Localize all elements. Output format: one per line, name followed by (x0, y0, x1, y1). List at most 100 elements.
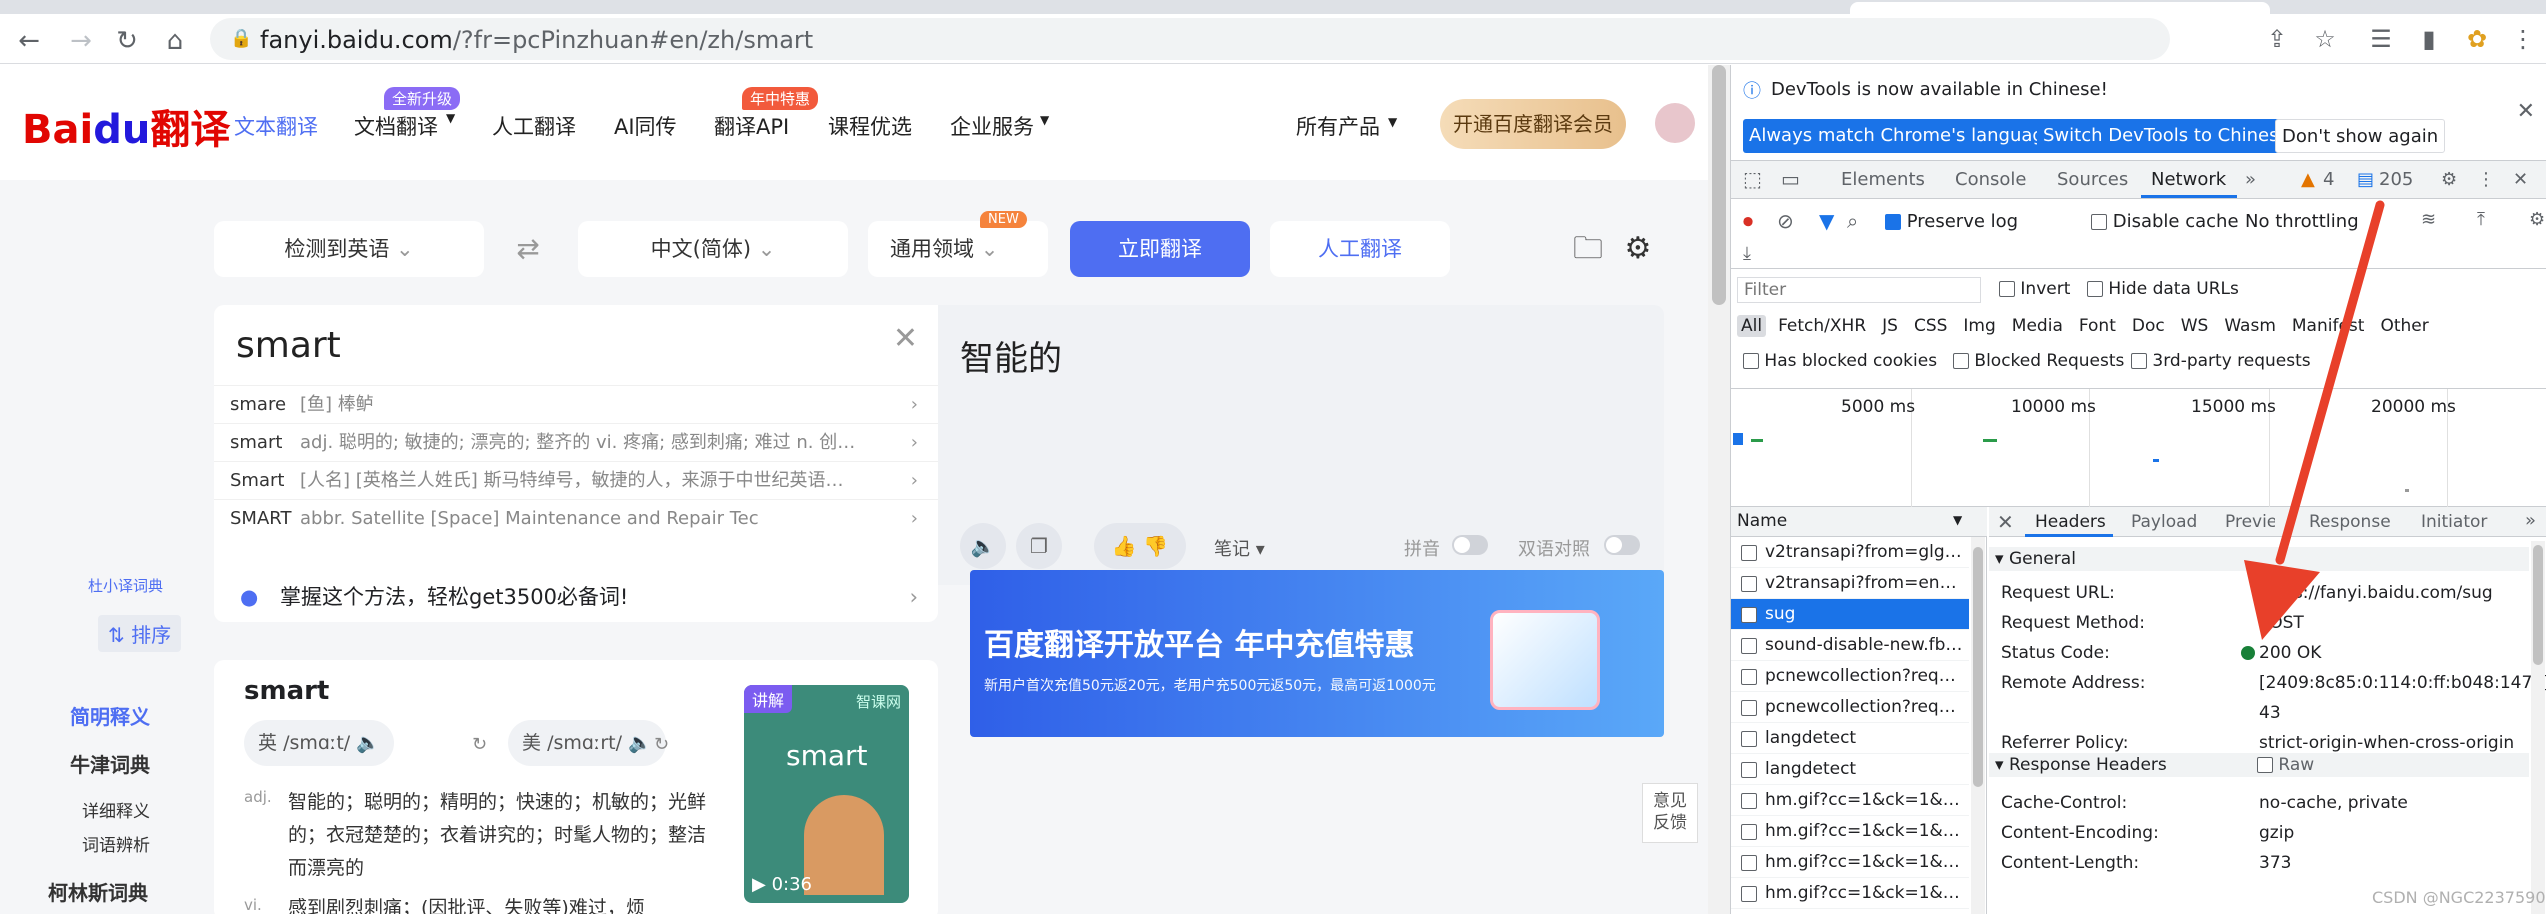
reading-list-icon[interactable]: ☰ (2366, 24, 2396, 54)
filter-icon[interactable]: ▼ (1819, 209, 1834, 233)
network-conditions-icon[interactable]: ≋ (2421, 209, 2436, 230)
source-language-select[interactable]: 检测到英语 ⌄ (214, 221, 484, 277)
network-timeline-overview[interactable]: 5000 ms 10000 ms 15000 ms 20000 ms (1731, 389, 2546, 507)
checkbox[interactable] (1999, 281, 2015, 297)
general-section-header[interactable]: ▾ General (1989, 547, 2529, 571)
notes-menu[interactable]: 笔记 ▾ (1214, 535, 1265, 561)
request-list-scrollbar[interactable] (1971, 537, 1985, 914)
request-checkbox[interactable] (1741, 607, 1757, 623)
reload-icon[interactable]: ↻ (112, 26, 142, 56)
request-checkbox[interactable] (1741, 855, 1757, 871)
clear-icon[interactable]: ⊘ (1777, 209, 1794, 233)
nav-ai-interpret[interactable]: AI同传 (614, 111, 677, 141)
more-tabs-icon[interactable]: » (2525, 510, 2536, 531)
tab-headers[interactable]: Headers (2035, 512, 2106, 532)
blocked-requests-checkbox[interactable]: Blocked Requests (1953, 351, 2124, 371)
back-icon[interactable]: ← (14, 26, 44, 56)
request-checkbox[interactable] (1741, 793, 1757, 809)
speaker-icon[interactable]: 🔈 (960, 523, 1006, 569)
tab-response[interactable]: Response (2309, 512, 2391, 532)
type-filter-doc[interactable]: Doc (2128, 315, 2169, 337)
record-icon[interactable]: ⏺ (1743, 209, 1753, 233)
nav-enterprise[interactable]: 企业服务 (950, 111, 1034, 141)
feedback-button[interactable]: 意见 反馈 (1642, 783, 1698, 843)
request-row[interactable]: pcnewcollection?req=c… (1731, 692, 1969, 723)
settings-gear-icon[interactable]: ⚙ (2441, 169, 2457, 190)
us-pronunciation[interactable]: 美 /smɑːrt/ 🔈 (508, 720, 666, 766)
request-checkbox[interactable] (1741, 576, 1757, 592)
disable-cache-checkbox[interactable]: Disable cache (2091, 211, 2239, 232)
forward-icon[interactable]: → (66, 26, 96, 56)
request-checkbox[interactable] (1741, 669, 1757, 685)
settings-gear-icon[interactable]: ⚙ (2529, 209, 2545, 230)
close-devtools-icon[interactable]: ✕ (2513, 169, 2528, 190)
device-toolbar-icon[interactable]: ▭ (1781, 167, 1800, 191)
vip-button[interactable]: 开通百度翻译会员 (1440, 99, 1626, 149)
menu-dots-icon[interactable]: ⋮ (2477, 169, 2495, 190)
request-row[interactable]: sug (1731, 599, 1969, 630)
active-tab[interactable] (1850, 2, 2270, 14)
request-checkbox[interactable] (1741, 824, 1757, 840)
video-lesson-card[interactable]: 讲解 智课网 smart ▶ 0:36 (744, 685, 909, 903)
download-icon[interactable]: ⤓ (1743, 243, 1751, 264)
request-row[interactable]: langdetect (1731, 723, 1969, 754)
type-filter-manifest[interactable]: Manifest (2288, 315, 2369, 337)
request-list-header[interactable]: Name ▼ (1731, 507, 1987, 537)
nav-translate-api[interactable]: 翻译API (714, 111, 789, 141)
request-checkbox[interactable] (1741, 545, 1757, 561)
request-row[interactable]: hm.gif?cc=1&ck=1&cl=… (1731, 785, 1969, 816)
type-filter-media[interactable]: Media (2008, 315, 2067, 337)
type-filter-wasm[interactable]: Wasm (2220, 315, 2280, 337)
nav-doc-translate[interactable]: 文档翻译 (354, 111, 438, 141)
rail-item-collins[interactable]: 柯林斯词典 (48, 877, 148, 906)
suggestion-item[interactable]: smart adj. 聪明的; 敏捷的; 漂亮的; 整齐的 vi. 疼痛; 感到刺… (214, 423, 938, 461)
upload-icon[interactable]: ⤒ (2477, 209, 2485, 230)
close-icon[interactable]: ✕ (1997, 510, 2014, 534)
type-filter-other[interactable]: Other (2376, 315, 2432, 337)
promo-banner[interactable]: 百度翻译开放平台 年中充值特惠 新用户首次充值50元返20元，老用户充500元返… (970, 570, 1664, 737)
bookmark-star-icon[interactable]: ☆ (2310, 24, 2340, 54)
menu-dots-icon[interactable]: ⋮ (2508, 24, 2538, 54)
hide-data-urls-checkbox[interactable]: Hide data URLs (2087, 279, 2239, 299)
request-row[interactable]: pcnewcollection?req=c… (1731, 661, 1969, 692)
rail-item-detail[interactable]: 详细释义 (82, 797, 150, 822)
inspect-element-icon[interactable]: ⬚ (1743, 167, 1762, 191)
sort-button[interactable]: ⇅ 排序 (98, 615, 182, 652)
warning-icon[interactable]: ▲ (2301, 169, 2315, 190)
request-row[interactable]: langdetect (1731, 754, 1969, 785)
response-headers-section-header[interactable]: ▾ Response Headers Raw (1989, 753, 2529, 777)
more-tabs-icon[interactable]: » (2245, 169, 2256, 190)
pinyin-toggle[interactable] (1452, 535, 1488, 555)
tab-initiator[interactable]: Initiator (2421, 512, 2487, 532)
preserve-log-checkbox[interactable]: Preserve log (1885, 211, 2018, 232)
loop-icon[interactable]: ↻ (472, 734, 487, 755)
tab-preview[interactable]: Preview (2225, 512, 2275, 532)
all-products-menu[interactable]: 所有产品 (1296, 111, 1380, 141)
raw-checkbox[interactable]: Raw (2257, 755, 2314, 775)
checkbox[interactable] (2091, 214, 2107, 230)
tab-elements[interactable]: Elements (1841, 169, 1925, 190)
suggestion-item[interactable]: smare [鱼] 棒鲈 › (214, 385, 938, 423)
request-row[interactable]: hm.gif?cc=1&ck=1&cl=… (1731, 816, 1969, 847)
side-panel-icon[interactable]: ▮ (2414, 24, 2444, 54)
extension-icon[interactable]: ✿ (2462, 24, 2492, 54)
uk-pronunciation[interactable]: 英 /smɑːt/ 🔈 (244, 720, 394, 766)
request-checkbox[interactable] (1741, 886, 1757, 902)
switch-chinese-button[interactable]: Switch DevTools to Chinese (2037, 119, 2296, 153)
checkbox[interactable] (2087, 281, 2103, 297)
request-row[interactable]: hm.gif?cc=1&ck=1&cl=… (1731, 878, 1969, 909)
clear-input-icon[interactable]: ✕ (893, 321, 918, 356)
blocked-cookies-checkbox[interactable]: Has blocked cookies (1743, 351, 1937, 371)
translate-button[interactable]: 立即翻译 (1070, 221, 1250, 277)
third-party-checkbox[interactable]: 3rd-party requests (2131, 351, 2311, 371)
human-translate-button[interactable]: 人工翻译 (1270, 221, 1450, 277)
target-language-select[interactable]: 中文(简体) ⌄ (578, 221, 848, 277)
type-filter-font[interactable]: Font (2075, 315, 2120, 337)
small-dict-label[interactable]: 杜小译词典 (88, 575, 163, 596)
details-scrollbar-thumb[interactable] (2533, 545, 2543, 665)
match-language-button[interactable]: Always match Chrome's language (1743, 119, 2061, 153)
thumb-up-icon[interactable]: 👍 (1112, 534, 1137, 558)
type-filter-img[interactable]: Img (1959, 315, 1999, 337)
suggestion-item[interactable]: Smart [人名] [英格兰人姓氏] 斯马特绰号，敏捷的人，来源于中世纪英语… › (214, 461, 938, 499)
type-filter-ws[interactable]: WS (2177, 315, 2213, 337)
